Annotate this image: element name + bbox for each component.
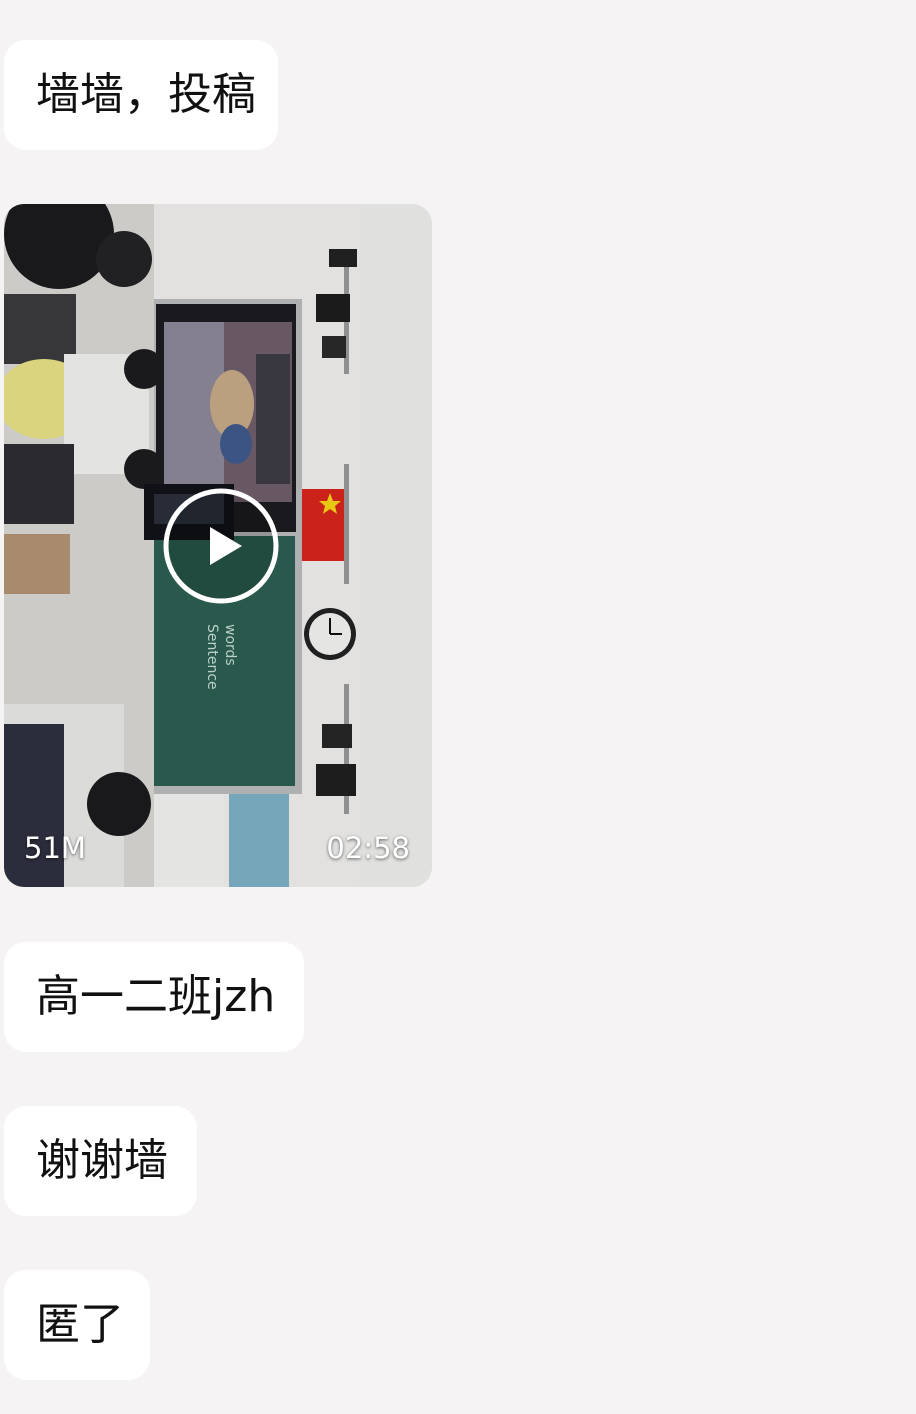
message-bubble[interactable]: 墙墙，投稿 xyxy=(4,40,278,150)
message-bubble[interactable]: 高一二班jzh xyxy=(4,942,304,1052)
video-duration-label: 02:58 xyxy=(326,831,410,865)
message-text: 高一二班jzh xyxy=(36,971,276,1022)
video-size-label: 51M xyxy=(24,831,86,865)
message-bubble[interactable]: 谢谢墙 xyxy=(4,1106,197,1216)
video-message[interactable]: Sentence words 51M 02:58 xyxy=(4,204,432,887)
message-text: 匿了 xyxy=(36,1299,124,1350)
message-text: 墙墙，投稿 xyxy=(36,69,256,120)
message-text: 谢谢墙 xyxy=(36,1135,168,1186)
message-bubble[interactable]: 匿了 xyxy=(4,1270,150,1380)
play-circle-icon[interactable] xyxy=(162,487,280,605)
